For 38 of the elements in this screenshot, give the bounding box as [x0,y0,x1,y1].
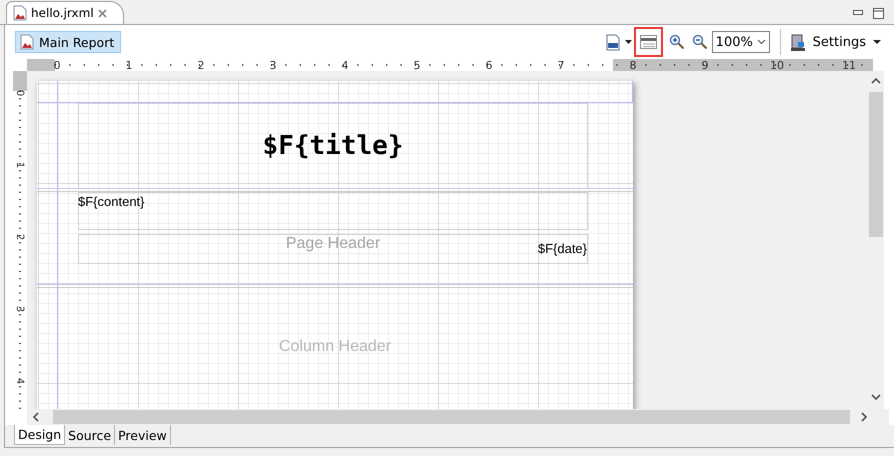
maximize-icon[interactable] [873,8,884,18]
editor-tab[interactable]: hello.jrxml [6,1,124,24]
band-label: Page Header [286,235,380,253]
report-icon [13,5,27,21]
zoom-out-icon[interactable] [692,34,708,50]
close-icon[interactable] [98,8,107,18]
list-icon [640,35,657,49]
bands-button[interactable] [634,27,663,57]
chevron-down-icon [756,39,766,45]
scrollbar-thumb[interactable] [869,92,883,237]
field-frame[interactable]: Page Header $F{date} [78,234,588,264]
report-icon [20,34,34,50]
ruler-number: 3 [270,59,276,71]
main-report-button[interactable]: Main Report [15,31,122,53]
ruler-number: 11 [842,59,856,71]
scrollbar-thumb[interactable] [53,410,850,424]
ruler-number: 5 [414,59,420,71]
server-icon [790,34,805,50]
ruler-number: 1 [126,59,132,71]
ruler-margin [13,71,27,91]
text-field-text: $F{date} [538,241,587,256]
ruler-number: 2 [14,234,25,240]
title-field[interactable]: $F{title} [78,103,588,189]
band-label: Column Header [278,338,392,356]
horizontal-scrollbar[interactable] [27,409,889,425]
settings-button[interactable]: Settings [786,34,870,50]
zoom-in-icon[interactable] [668,34,685,50]
ruler-number: 3 [14,306,25,312]
ruler-number: 7 [558,59,564,71]
zoom-dropdown[interactable]: 100% [712,31,770,53]
text-field[interactable]: $F{content} [78,192,588,230]
tab-title: hello.jrxml [31,6,94,20]
ruler-number: 2 [198,59,204,71]
ruler-number: 10 [770,59,784,71]
binary-document-icon[interactable] [606,34,620,50]
minimize-icon[interactable] [853,10,863,16]
view-tab[interactable]: Design [14,425,66,445]
ruler-number: 1 [14,162,25,168]
